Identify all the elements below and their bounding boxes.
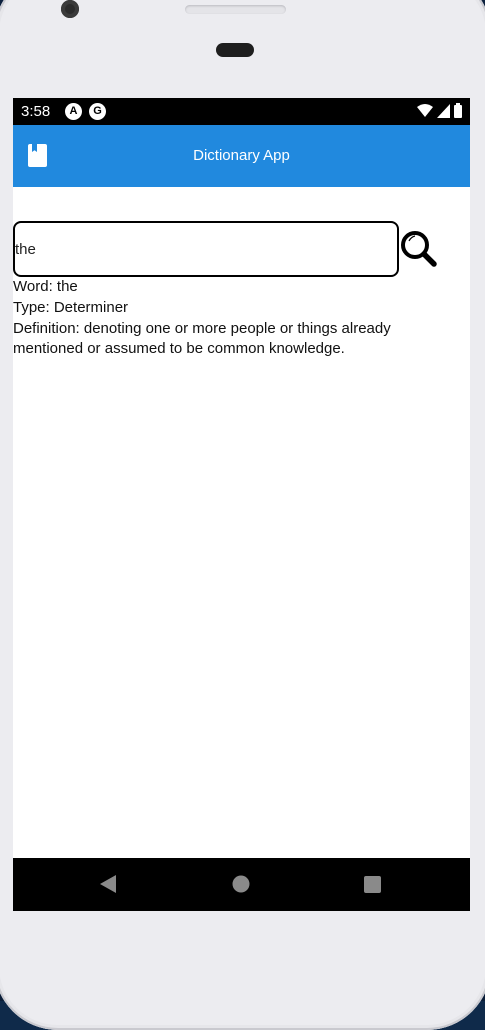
search-field[interactable] [13, 221, 399, 277]
search-input[interactable] [15, 223, 385, 275]
notification-icon: G [89, 103, 106, 120]
phone-screen: 3:58 A G Dictionary App the Word: the Ty… [13, 98, 470, 911]
earpiece [216, 43, 254, 57]
recents-icon[interactable] [364, 876, 381, 893]
speaker-grille [185, 5, 286, 14]
front-camera [61, 0, 79, 18]
wifi-icon [417, 103, 433, 117]
search-icon [401, 231, 437, 267]
search-button[interactable] [400, 230, 440, 270]
result-type: Type: Determiner [13, 299, 129, 316]
status-bar: 3:58 A G [13, 98, 470, 125]
navigation-bar [13, 858, 470, 911]
battery-icon [454, 103, 462, 118]
back-icon[interactable] [100, 875, 116, 893]
app-bar: Dictionary App [13, 125, 470, 187]
cell-signal-icon [437, 103, 450, 118]
home-icon[interactable] [232, 875, 250, 893]
result-definition: Definition: denoting one or more people … [13, 320, 391, 357]
result-word: Word: the [13, 278, 78, 295]
app-title: Dictionary App [193, 147, 290, 164]
notification-icon: A [65, 103, 82, 120]
status-time: 3:58 [21, 103, 51, 120]
status-indicators [417, 103, 462, 118]
